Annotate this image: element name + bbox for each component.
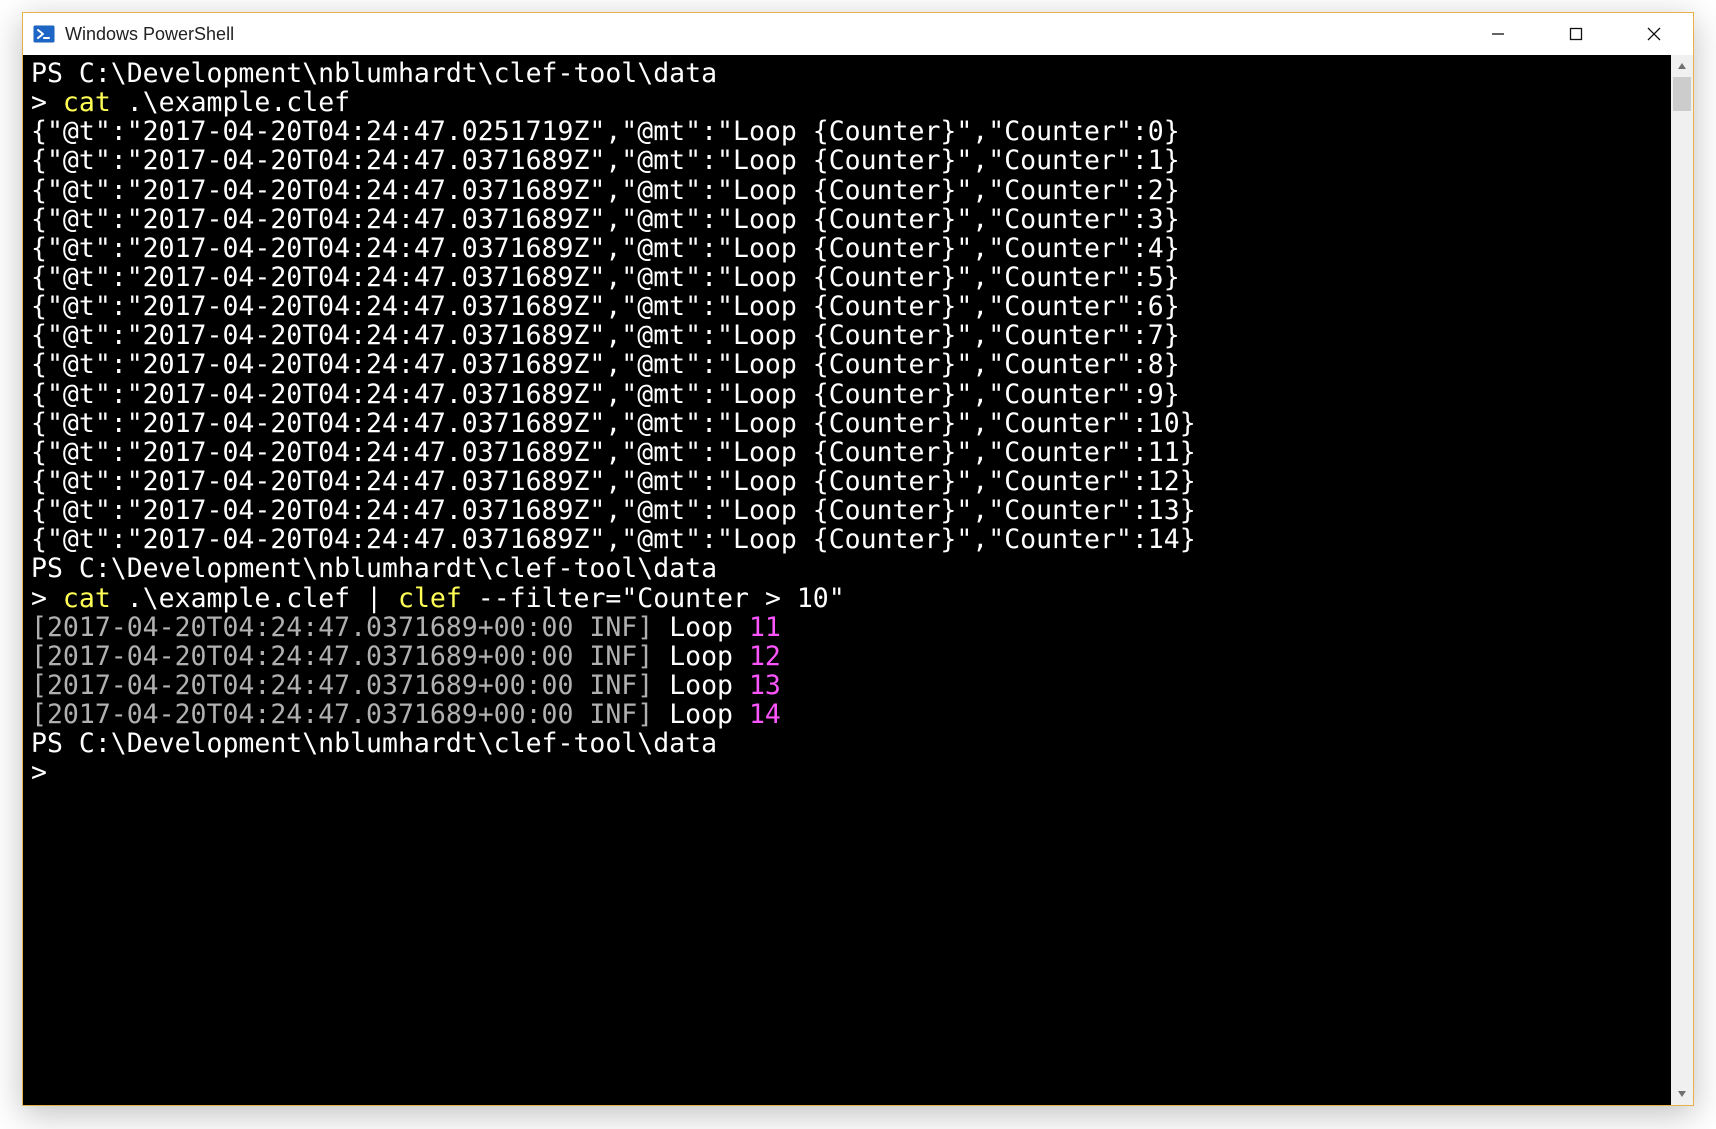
log-output-line: [2017-04-20T04:24:47.0371689+00:00 INF] … — [31, 642, 1663, 671]
json-output-line: {"@t":"2017-04-20T04:24:47.0371689Z","@m… — [31, 438, 1663, 467]
minimize-button[interactable] — [1459, 13, 1537, 55]
prompt-line: PS C:\Development\nblumhardt\clef-tool\d… — [31, 554, 1663, 583]
prompt-line: PS C:\Development\nblumhardt\clef-tool\d… — [31, 59, 1663, 88]
powershell-window: Windows PowerShell PS C:\Development\nbl… — [22, 12, 1694, 1106]
json-output-line: {"@t":"2017-04-20T04:24:47.0371689Z","@m… — [31, 496, 1663, 525]
json-output-line: {"@t":"2017-04-20T04:24:47.0371689Z","@m… — [31, 205, 1663, 234]
client-area: PS C:\Development\nblumhardt\clef-tool\d… — [23, 55, 1693, 1105]
json-output-line: {"@t":"2017-04-20T04:24:47.0371689Z","@m… — [31, 467, 1663, 496]
json-output-line: {"@t":"2017-04-20T04:24:47.0371689Z","@m… — [31, 176, 1663, 205]
json-output-line: {"@t":"2017-04-20T04:24:47.0371689Z","@m… — [31, 409, 1663, 438]
window-title: Windows PowerShell — [65, 24, 234, 45]
scrollbar-up-arrow-icon[interactable] — [1671, 55, 1693, 77]
scrollbar-down-arrow-icon[interactable] — [1671, 1083, 1693, 1105]
command-line: > cat .\example.clef | clef --filter="Co… — [31, 584, 1663, 613]
maximize-button[interactable] — [1537, 13, 1615, 55]
titlebar[interactable]: Windows PowerShell — [23, 13, 1693, 55]
command-line: > cat .\example.clef — [31, 88, 1663, 117]
json-output-line: {"@t":"2017-04-20T04:24:47.0371689Z","@m… — [31, 321, 1663, 350]
log-output-line: [2017-04-20T04:24:47.0371689+00:00 INF] … — [31, 671, 1663, 700]
powershell-icon — [33, 23, 55, 45]
log-output-line: [2017-04-20T04:24:47.0371689+00:00 INF] … — [31, 613, 1663, 642]
log-output-line: [2017-04-20T04:24:47.0371689+00:00 INF] … — [31, 700, 1663, 729]
json-output-line: {"@t":"2017-04-20T04:24:47.0251719Z","@m… — [31, 117, 1663, 146]
vertical-scrollbar[interactable] — [1671, 55, 1693, 1105]
json-output-line: {"@t":"2017-04-20T04:24:47.0371689Z","@m… — [31, 350, 1663, 379]
window-controls — [1459, 13, 1693, 55]
json-output-line: {"@t":"2017-04-20T04:24:47.0371689Z","@m… — [31, 263, 1663, 292]
terminal-output[interactable]: PS C:\Development\nblumhardt\clef-tool\d… — [23, 55, 1671, 1105]
json-output-line: {"@t":"2017-04-20T04:24:47.0371689Z","@m… — [31, 380, 1663, 409]
json-output-line: {"@t":"2017-04-20T04:24:47.0371689Z","@m… — [31, 525, 1663, 554]
prompt-line: > — [31, 758, 1663, 787]
scrollbar-thumb[interactable] — [1673, 77, 1691, 111]
json-output-line: {"@t":"2017-04-20T04:24:47.0371689Z","@m… — [31, 292, 1663, 321]
close-button[interactable] — [1615, 13, 1693, 55]
json-output-line: {"@t":"2017-04-20T04:24:47.0371689Z","@m… — [31, 146, 1663, 175]
prompt-line: PS C:\Development\nblumhardt\clef-tool\d… — [31, 729, 1663, 758]
json-output-line: {"@t":"2017-04-20T04:24:47.0371689Z","@m… — [31, 234, 1663, 263]
